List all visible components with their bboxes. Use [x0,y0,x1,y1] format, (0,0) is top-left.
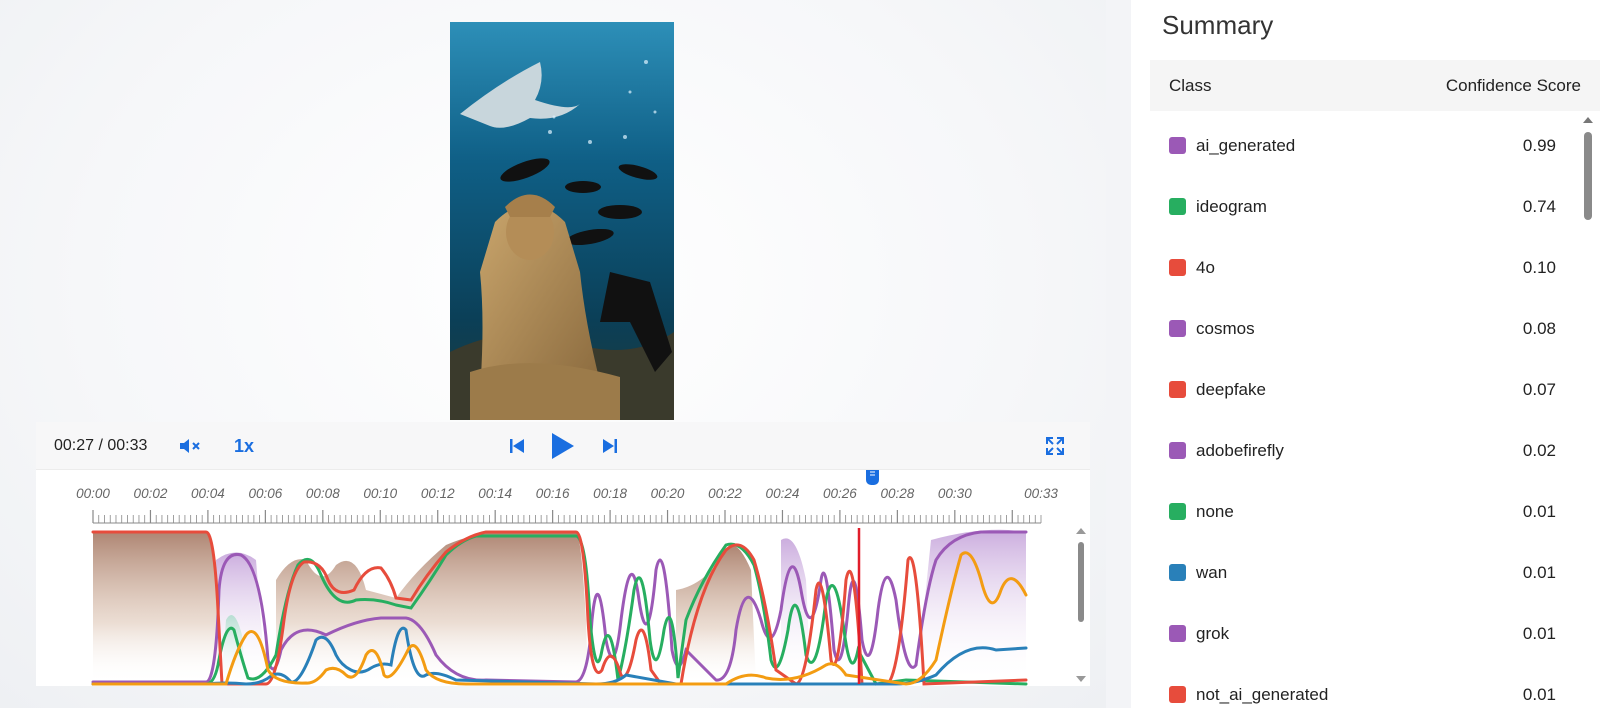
summary-scrollbar[interactable] [1581,112,1595,708]
class-color-swatch [1169,137,1186,154]
confidence-score: 0.02 [1522,441,1556,460]
summary-row[interactable]: not_ai_generated 0.01 [1150,665,1570,708]
summary-row[interactable]: ai_generated 0.99 [1150,116,1570,177]
confidence-score: 0.01 [1522,502,1556,521]
class-name: adobefirefly [1196,441,1284,460]
class-name: wan [1196,563,1228,582]
timeline[interactable]: 00:00 00:02 00:04 00:06 00:08 00:10 00:12 00:14… [36,470,1090,686]
class-name: not_ai_generated [1196,685,1329,704]
confidence-score: 0.01 [1522,624,1556,643]
summary-panel: Summary Class Confidence Score ai_genera… [1131,0,1600,708]
class-color-swatch [1169,442,1186,459]
video-area: 00:27 / 00:33 1x 00:00 00:02 00:04 00:06… [0,0,1106,708]
class-color-swatch [1169,564,1186,581]
class-color-swatch [1169,320,1186,337]
time-display: 00:27 / 00:33 [54,437,148,454]
summary-title: Summary [1162,10,1274,40]
confidence-score: 0.08 [1522,319,1556,338]
class-name: grok [1196,624,1230,643]
confidence-score: 0.99 [1522,136,1556,155]
summary-row[interactable]: ideogram 0.74 [1150,177,1570,238]
confidence-score: 0.10 [1522,258,1556,277]
timeline-scrollbar[interactable] [1076,526,1086,686]
video-still [450,22,674,420]
summary-row[interactable]: none 0.01 [1150,482,1570,543]
column-confidence-score: Confidence Score [1445,76,1581,95]
skip-previous-icon[interactable] [506,432,528,460]
class-name: deepfake [1196,380,1266,399]
summary-rows: ai_generated 0.99 ideogram 0.74 4o 0.10 cosmos… [1150,116,1570,708]
class-name: ai_generated [1196,136,1296,155]
class-color-swatch [1169,503,1186,520]
class-color-swatch [1169,381,1186,398]
class-name: ideogram [1196,197,1267,216]
play-icon[interactable] [548,432,576,460]
summary-row[interactable]: adobefirefly 0.02 [1150,421,1570,482]
confidence-score: 0.74 [1522,197,1556,216]
confidence-score: 0.01 [1522,563,1556,582]
timeline-chart [91,470,1042,686]
column-class: Class [1169,76,1212,95]
mute-icon[interactable] [178,432,202,460]
summary-row[interactable]: deepfake 0.07 [1150,360,1570,421]
confidence-score: 0.01 [1522,685,1556,704]
fullscreen-icon[interactable] [1044,432,1066,460]
class-color-swatch [1169,259,1186,276]
class-name: none [1196,502,1234,521]
player-controls: 00:27 / 00:33 1x [36,422,1090,470]
skip-next-icon[interactable] [599,432,621,460]
class-color-swatch [1169,625,1186,642]
confidence-score: 0.07 [1522,380,1556,399]
player-panel: 00:27 / 00:33 1x 00:00 00:02 00:04 00:06… [36,422,1090,686]
class-name: 4o [1196,258,1215,277]
class-name: cosmos [1196,319,1255,338]
summary-row[interactable]: cosmos 0.08 [1150,299,1570,360]
summary-row[interactable]: wan 0.01 [1150,543,1570,604]
summary-row[interactable]: grok 0.01 [1150,604,1570,665]
video-frame[interactable] [450,22,674,420]
class-color-swatch [1169,686,1186,703]
summary-row[interactable]: 4o 0.10 [1150,238,1570,299]
class-color-swatch [1169,198,1186,215]
summary-table-header: Class Confidence Score [1150,60,1600,111]
speed-button[interactable]: 1x [231,432,257,460]
